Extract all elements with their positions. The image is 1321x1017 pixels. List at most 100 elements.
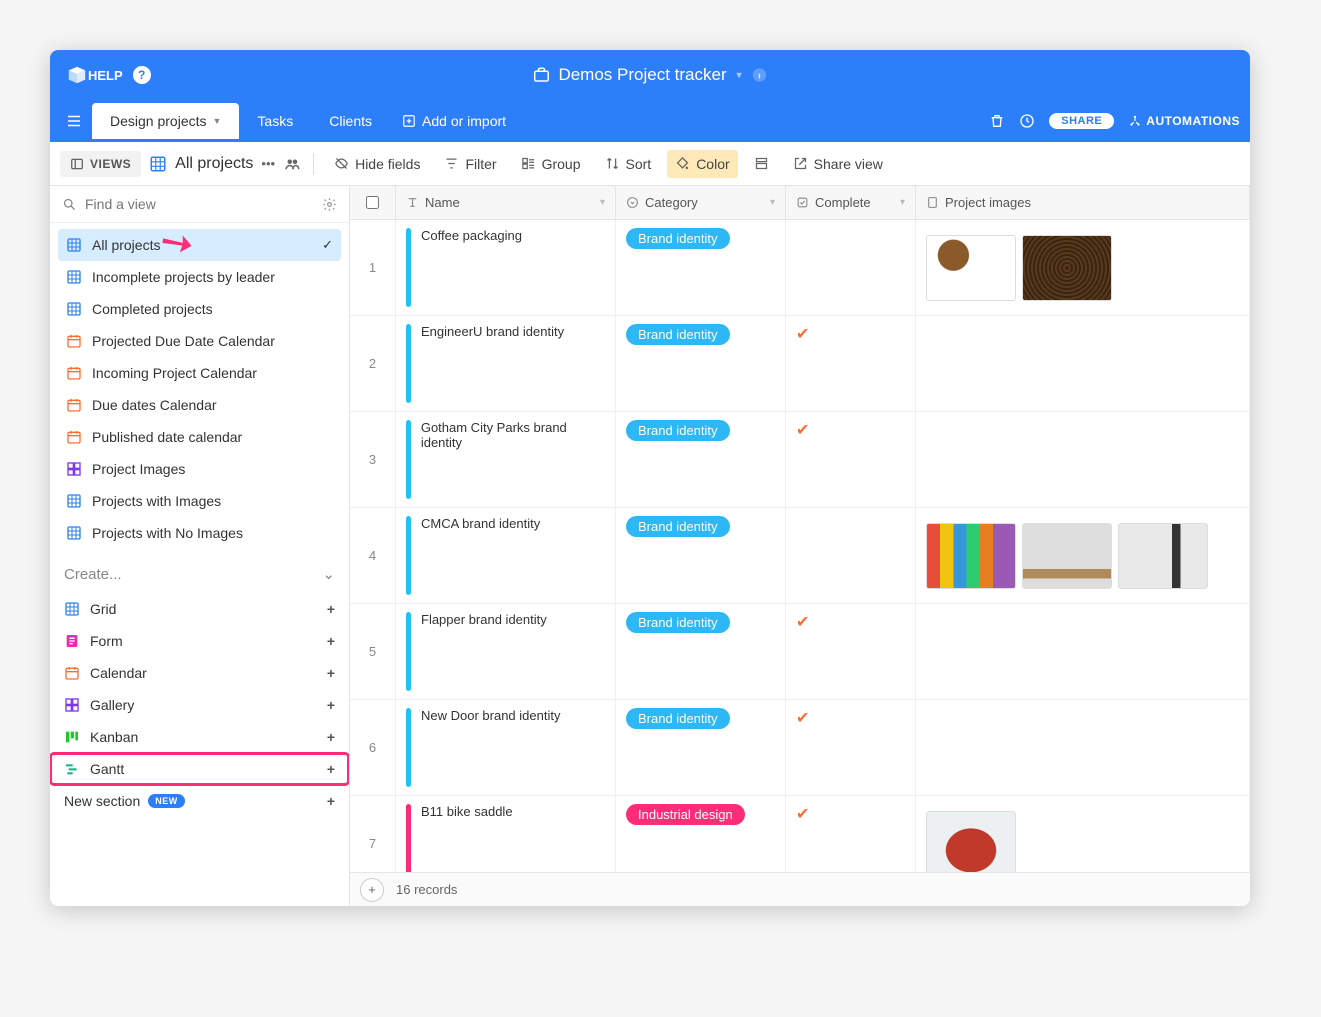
category-tag[interactable]: Brand identity: [626, 228, 730, 249]
sidebar-view-item[interactable]: All projects✓: [58, 229, 341, 261]
help-link[interactable]: HELP: [88, 68, 123, 83]
sidebar-view-item[interactable]: Project Images: [58, 453, 341, 485]
create-view-form[interactable]: Form+: [50, 625, 349, 657]
gear-icon[interactable]: [322, 197, 337, 212]
sidebar-view-item[interactable]: Projected Due Date Calendar: [58, 325, 341, 357]
cell-images[interactable]: [916, 604, 1250, 699]
trash-icon[interactable]: [989, 113, 1005, 129]
category-tag[interactable]: Brand identity: [626, 420, 730, 441]
row-number: 6: [350, 700, 396, 795]
current-view-button[interactable]: All projects: [149, 155, 253, 173]
sidebar-view-item[interactable]: Projects with No Images: [58, 517, 341, 549]
table-row[interactable]: 3 Gotham City Parks brand identity Brand…: [350, 412, 1250, 508]
cell-images[interactable]: [916, 316, 1250, 411]
workspace-title[interactable]: Demos Project tracker ▼: [532, 65, 767, 85]
sidebar-view-item[interactable]: Incomplete projects by leader: [58, 261, 341, 293]
table-row[interactable]: 4 CMCA brand identity Brand identity: [350, 508, 1250, 604]
col-header-category[interactable]: Category▾: [616, 186, 786, 219]
image-thumbnail[interactable]: [1118, 523, 1208, 589]
cell-images[interactable]: [916, 412, 1250, 507]
view-menu-icon[interactable]: •••: [261, 156, 275, 171]
cell-complete[interactable]: [786, 508, 916, 603]
image-thumbnail[interactable]: [926, 523, 1016, 589]
collaborators-icon[interactable]: [283, 155, 301, 173]
category-tag[interactable]: Brand identity: [626, 612, 730, 633]
image-thumbnail[interactable]: [1022, 235, 1112, 301]
group-button[interactable]: Group: [513, 150, 589, 178]
share-view-button[interactable]: Share view: [785, 150, 891, 178]
cell-name[interactable]: CMCA brand identity: [421, 516, 540, 531]
table-tab[interactable]: Tasks: [239, 103, 311, 139]
views-sidebar-toggle[interactable]: VIEWS: [60, 151, 141, 177]
cell-name[interactable]: Coffee packaging: [421, 228, 522, 243]
chevron-down-icon: ⌄: [322, 565, 335, 583]
add-record-button[interactable]: +: [360, 878, 384, 902]
filter-button[interactable]: Filter: [436, 150, 504, 178]
view-name: Project Images: [92, 461, 185, 477]
info-icon[interactable]: [752, 67, 768, 83]
cell-images[interactable]: [916, 508, 1250, 603]
create-section-header[interactable]: Create... ⌄: [50, 555, 349, 593]
hide-fields-button[interactable]: Hide fields: [326, 150, 428, 178]
cell-images[interactable]: [916, 220, 1250, 315]
share-button[interactable]: SHARE: [1049, 113, 1114, 129]
row-height-button[interactable]: [746, 150, 777, 177]
add-or-import-button[interactable]: Add or import: [402, 113, 506, 129]
image-thumbnail[interactable]: [1022, 523, 1112, 589]
sidebar-view-item[interactable]: Published date calendar: [58, 421, 341, 453]
cell-name[interactable]: Flapper brand identity: [421, 612, 547, 627]
sidebar-view-item[interactable]: Completed projects: [58, 293, 341, 325]
category-tag[interactable]: Brand identity: [626, 324, 730, 345]
automations-button[interactable]: AUTOMATIONS: [1128, 114, 1240, 128]
create-view-calendar[interactable]: Calendar+: [50, 657, 349, 689]
cell-name[interactable]: Gotham City Parks brand identity: [421, 420, 605, 450]
sort-button[interactable]: Sort: [597, 150, 660, 178]
create-view-gallery[interactable]: Gallery+: [50, 689, 349, 721]
caret-down-icon: ▼: [735, 70, 744, 80]
create-view-kanban[interactable]: Kanban+: [50, 721, 349, 753]
cell-complete[interactable]: ✔: [786, 412, 916, 507]
history-icon[interactable]: [1019, 113, 1035, 129]
table-row[interactable]: 2 EngineerU brand identity Brand identit…: [350, 316, 1250, 412]
cell-complete[interactable]: ✔: [786, 796, 916, 872]
cell-name[interactable]: EngineerU brand identity: [421, 324, 564, 339]
filter-icon: [444, 156, 459, 171]
cell-name[interactable]: B11 bike saddle: [421, 804, 513, 819]
cell-complete[interactable]: ✔: [786, 604, 916, 699]
image-thumbnail[interactable]: [926, 811, 1016, 873]
sidebar-view-item[interactable]: Due dates Calendar: [58, 389, 341, 421]
cell-complete[interactable]: ✔: [786, 316, 916, 411]
image-thumbnail[interactable]: [926, 235, 1016, 301]
col-header-images[interactable]: Project images: [916, 186, 1250, 219]
cell-images[interactable]: [916, 796, 1250, 872]
sidebar-view-item[interactable]: Projects with Images: [58, 485, 341, 517]
plus-icon: +: [327, 729, 335, 745]
table-row[interactable]: 6 New Door brand identity Brand identity…: [350, 700, 1250, 796]
category-tag[interactable]: Brand identity: [626, 516, 730, 537]
table-row[interactable]: 7 B11 bike saddle Industrial design ✔: [350, 796, 1250, 872]
color-button[interactable]: Color: [667, 150, 737, 178]
table-tab[interactable]: Design projects▼: [92, 103, 239, 139]
hamburger-menu-icon[interactable]: [60, 107, 88, 135]
cell-images[interactable]: [916, 700, 1250, 795]
create-view-gantt[interactable]: Gantt+: [50, 753, 349, 785]
category-tag[interactable]: Brand identity: [626, 708, 730, 729]
create-view-grid[interactable]: Grid+: [50, 593, 349, 625]
view-name: Projected Due Date Calendar: [92, 333, 275, 349]
row-number: 2: [350, 316, 396, 411]
find-view-input[interactable]: [85, 196, 314, 212]
col-header-name[interactable]: Name▾: [396, 186, 616, 219]
cell-complete[interactable]: ✔: [786, 700, 916, 795]
cell-name[interactable]: New Door brand identity: [421, 708, 560, 723]
col-header-complete[interactable]: Complete▾: [786, 186, 916, 219]
new-section-button[interactable]: New section NEW +: [50, 785, 349, 817]
table-tab[interactable]: Clients: [311, 103, 390, 139]
table-row[interactable]: 5 Flapper brand identity Brand identity …: [350, 604, 1250, 700]
select-all-checkbox[interactable]: [350, 186, 396, 219]
calendar-icon: [66, 365, 82, 381]
table-row[interactable]: 1 Coffee packaging Brand identity: [350, 220, 1250, 316]
cell-complete[interactable]: [786, 220, 916, 315]
help-icon[interactable]: ?: [133, 66, 151, 84]
sidebar-view-item[interactable]: Incoming Project Calendar: [58, 357, 341, 389]
category-tag[interactable]: Industrial design: [626, 804, 745, 825]
